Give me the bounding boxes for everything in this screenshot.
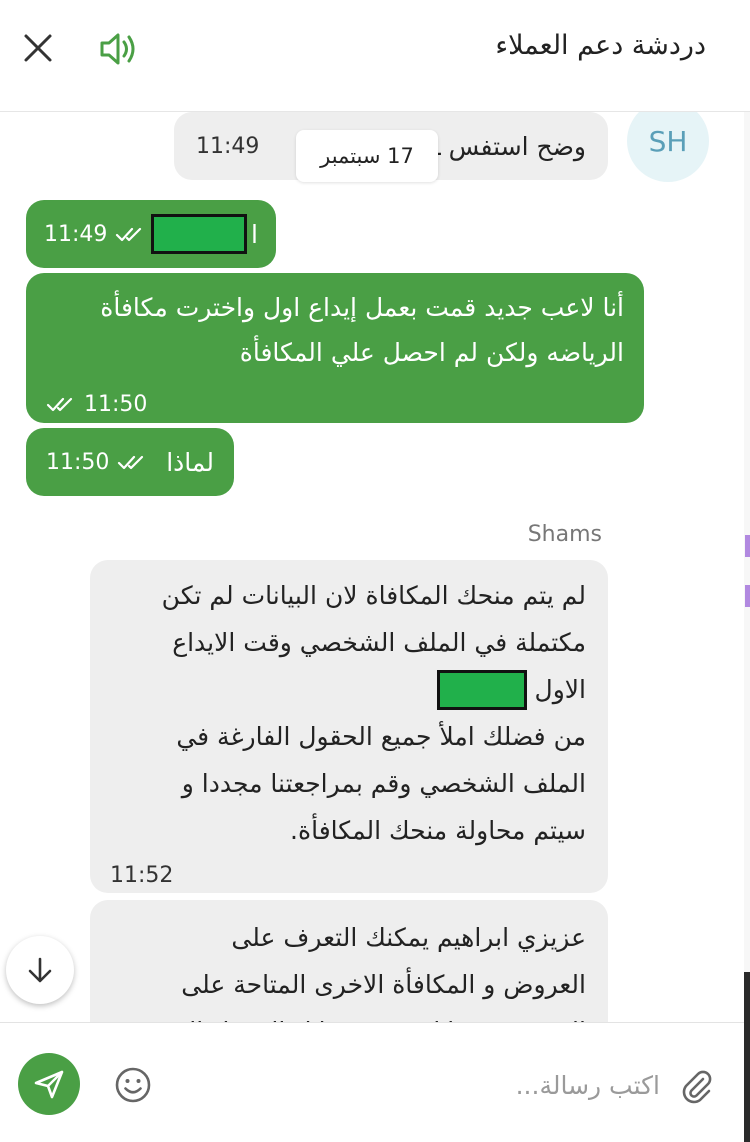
message-time: 11:49 <box>196 133 260 159</box>
message-line: الاول <box>112 666 586 713</box>
incoming-message: عزيزي ابراهيم يمكنك التعرف على العروض و … <box>90 900 608 1022</box>
message-line: الموقع من خلال ... من خلال الدخول الى <box>112 1008 586 1022</box>
send-icon <box>34 1070 64 1099</box>
message-line: الملف الشخصي وقم بمراجعتنا مجددا و <box>181 769 586 798</box>
message-time: 11:50 <box>46 449 110 475</box>
outgoing-message: لماذا 11:50 <box>26 428 234 496</box>
edge-marker <box>745 585 750 607</box>
send-button[interactable] <box>18 1053 80 1115</box>
message-line: لم يتم منحك المكافاة لان البيانات لم تكن <box>161 581 586 610</box>
message-line: سيتم محاولة منحك المكافأة. <box>290 816 586 845</box>
smiley-icon <box>115 1067 151 1103</box>
message-meta: 11:50 <box>46 382 147 427</box>
outgoing-message: أنا لاعب جديد قمت بعمل إيداع اول واخترت … <box>26 273 644 423</box>
message-time: 11:50 <box>84 391 148 417</box>
redacted-block <box>151 214 248 254</box>
message-composer <box>0 1022 744 1142</box>
emoji-button[interactable] <box>113 1065 153 1105</box>
chat-header: دردشة دعم العملاء <box>0 0 750 112</box>
close-icon <box>24 34 52 62</box>
sender-name: Shams <box>527 522 602 547</box>
message-time: 11:49 <box>44 221 108 247</box>
arrow-down-icon <box>28 957 52 983</box>
message-list[interactable]: وضح استفس ـك 11:49 SH ا 11:49 أنا لاعب ج… <box>0 112 744 1022</box>
window-edge-dark <box>744 972 750 1142</box>
message-line: أنا لاعب جديد قمت بعمل إيداع اول واخترت … <box>100 293 624 322</box>
message-text: لماذا <box>166 447 214 477</box>
scroll-to-bottom-button[interactable] <box>6 936 74 1004</box>
edge-marker <box>745 535 750 557</box>
double-check-icon <box>118 455 144 470</box>
message-text: وضح استفس ـك <box>412 131 586 161</box>
message-line-text: الاول <box>534 675 586 704</box>
date-chip: 17 سبتمبر <box>296 130 438 182</box>
double-check-icon <box>116 227 142 242</box>
redacted-block <box>436 669 527 710</box>
speaker-icon <box>100 33 135 65</box>
window-edge <box>744 0 750 1020</box>
message-text: ا <box>251 219 258 249</box>
message-meta: 11:49 <box>44 212 145 257</box>
message-line: الرياضه ولكن لم احصل علي المكافأة <box>239 338 624 367</box>
paperclip-icon <box>682 1070 712 1104</box>
message-time: 11:52 <box>110 863 174 888</box>
double-check-icon <box>46 397 73 412</box>
message-input[interactable] <box>180 1063 660 1107</box>
chat-title: دردشة دعم العملاء <box>495 30 706 61</box>
message-line: عزيزي ابراهيم يمكنك التعرف على <box>231 923 586 952</box>
attach-button[interactable] <box>676 1065 716 1105</box>
avatar: SH <box>627 112 709 182</box>
message-line: من فضلك املأ جميع الحقول الفارغة في <box>176 722 586 751</box>
sound-toggle-button[interactable] <box>96 26 142 72</box>
incoming-message: لم يتم منحك المكافاة لان البيانات لم تكن… <box>90 560 608 893</box>
message-line: العروض و المكافأة الاخرى المتاحة على <box>181 970 586 999</box>
outgoing-message: ا 11:49 <box>26 200 276 268</box>
message-meta: 11:50 <box>46 440 147 485</box>
message-line: مكتملة في الملف الشخصي وقت الايداع <box>172 628 586 657</box>
close-button[interactable] <box>18 28 58 68</box>
